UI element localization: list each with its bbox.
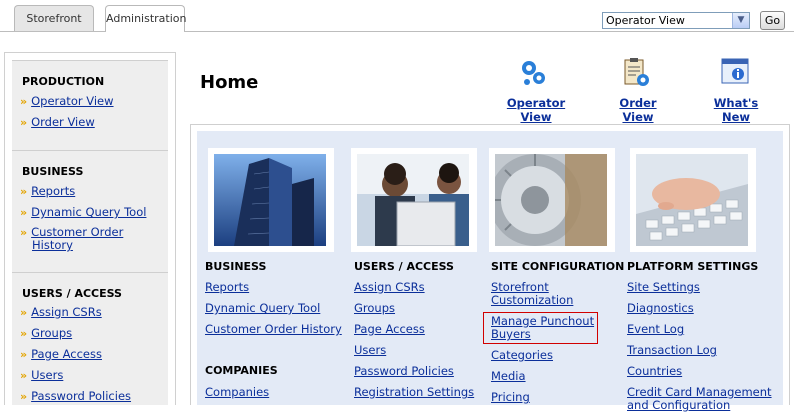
platform-keyboard-image bbox=[636, 154, 748, 246]
view-select-value: Operator View bbox=[606, 14, 685, 27]
sidebar-heading: USERS / ACCESS bbox=[22, 287, 122, 300]
sidebar-item-assign-csrs[interactable]: » Assign CSRs bbox=[20, 306, 160, 320]
link-transaction-log[interactable]: Transaction Log bbox=[627, 344, 717, 357]
site-config-image-card bbox=[489, 148, 615, 252]
sidebar-item-groups[interactable]: » Groups bbox=[20, 327, 160, 341]
sidebar-production: PRODUCTION » Operator View » Order View bbox=[12, 60, 168, 152]
link-categories[interactable]: Categories bbox=[491, 349, 553, 362]
sidebar-item-reports[interactable]: » Reports bbox=[20, 185, 160, 199]
link-reports[interactable]: Reports bbox=[205, 281, 249, 294]
link-customer-order-history[interactable]: Customer Order History bbox=[205, 323, 342, 336]
users-image-card bbox=[351, 148, 477, 252]
go-button[interactable]: Go bbox=[760, 11, 785, 30]
sidebar-item-password-policies[interactable]: » Password Policies bbox=[20, 390, 160, 404]
sidebar-item-order-view[interactable]: » Order View bbox=[20, 116, 160, 130]
highlight-box bbox=[483, 312, 598, 344]
link-password-policies[interactable]: Password Policies bbox=[354, 365, 454, 378]
link-event-log[interactable]: Event Log bbox=[627, 323, 684, 336]
operator-view-link[interactable]: Operator View bbox=[490, 96, 582, 124]
section-heading-companies: COMPANIES bbox=[205, 364, 278, 377]
tab-storefront[interactable]: Storefront bbox=[14, 5, 94, 31]
link-dynamic-query-tool[interactable]: Dynamic Query Tool bbox=[205, 302, 320, 315]
sidebar-heading: BUSINESS bbox=[22, 165, 84, 178]
section-heading-site-configuration: SITE CONFIGURATION bbox=[491, 260, 625, 273]
whats-new-link[interactable]: What's New bbox=[698, 96, 774, 124]
sidebar-item-customer-order-history[interactable]: » Customer Order History bbox=[20, 226, 160, 252]
section-heading-users-access: USERS / ACCESS bbox=[354, 260, 454, 273]
link-pricing[interactable]: Pricing bbox=[491, 391, 530, 404]
link-diagnostics[interactable]: Diagnostics bbox=[627, 302, 694, 315]
link-site-settings[interactable]: Site Settings bbox=[627, 281, 700, 294]
order-view-link[interactable]: Order View bbox=[602, 96, 674, 124]
tab-administration[interactable]: Administration bbox=[105, 5, 187, 32]
sidebar-item-users[interactable]: » Users bbox=[20, 369, 160, 383]
link-countries[interactable]: Countries bbox=[627, 365, 682, 378]
users-people-image bbox=[357, 154, 469, 247]
platform-image-card bbox=[630, 148, 756, 252]
clipboard-gear-icon[interactable] bbox=[622, 56, 652, 88]
chevron-down-icon[interactable]: ▼ bbox=[732, 13, 749, 28]
gears-icon[interactable] bbox=[518, 58, 548, 88]
link-users[interactable]: Users bbox=[354, 344, 386, 357]
link-companies[interactable]: Companies bbox=[205, 386, 269, 399]
link-media[interactable]: Media bbox=[491, 370, 526, 383]
view-select[interactable]: Operator View ▼ bbox=[602, 12, 750, 29]
section-heading-business: BUSINESS bbox=[205, 260, 267, 273]
sidebar-business: BUSINESS » Reports » Dynamic Query Tool » C… bbox=[12, 150, 168, 272]
business-skyscraper-image bbox=[214, 154, 326, 246]
site-config-gear-image bbox=[489, 154, 607, 246]
link-registration-settings[interactable]: Registration Settings bbox=[354, 386, 474, 399]
link-storefront-customization[interactable]: Storefront Customization bbox=[491, 281, 591, 307]
page-title: Home bbox=[200, 72, 259, 93]
link-credit-card-management[interactable]: Credit Card Management and Configuration bbox=[627, 386, 777, 412]
sidebar-item-operator-view[interactable]: » Operator View bbox=[20, 95, 160, 109]
link-page-access[interactable]: Page Access bbox=[354, 323, 425, 336]
business-image-card bbox=[208, 148, 334, 252]
section-heading-platform-settings: PLATFORM SETTINGS bbox=[627, 260, 759, 273]
sidebar-heading: PRODUCTION bbox=[22, 75, 105, 88]
link-groups[interactable]: Groups bbox=[354, 302, 395, 315]
link-assign-csrs[interactable]: Assign CSRs bbox=[354, 281, 425, 294]
sidebar-users-access: USERS / ACCESS » Assign CSRs » Groups » Pag… bbox=[12, 272, 168, 405]
sidebar-item-page-access[interactable]: » Page Access bbox=[20, 348, 160, 362]
info-window-icon[interactable] bbox=[721, 58, 751, 86]
sidebar-item-dynamic-query-tool[interactable]: » Dynamic Query Tool bbox=[20, 206, 160, 220]
